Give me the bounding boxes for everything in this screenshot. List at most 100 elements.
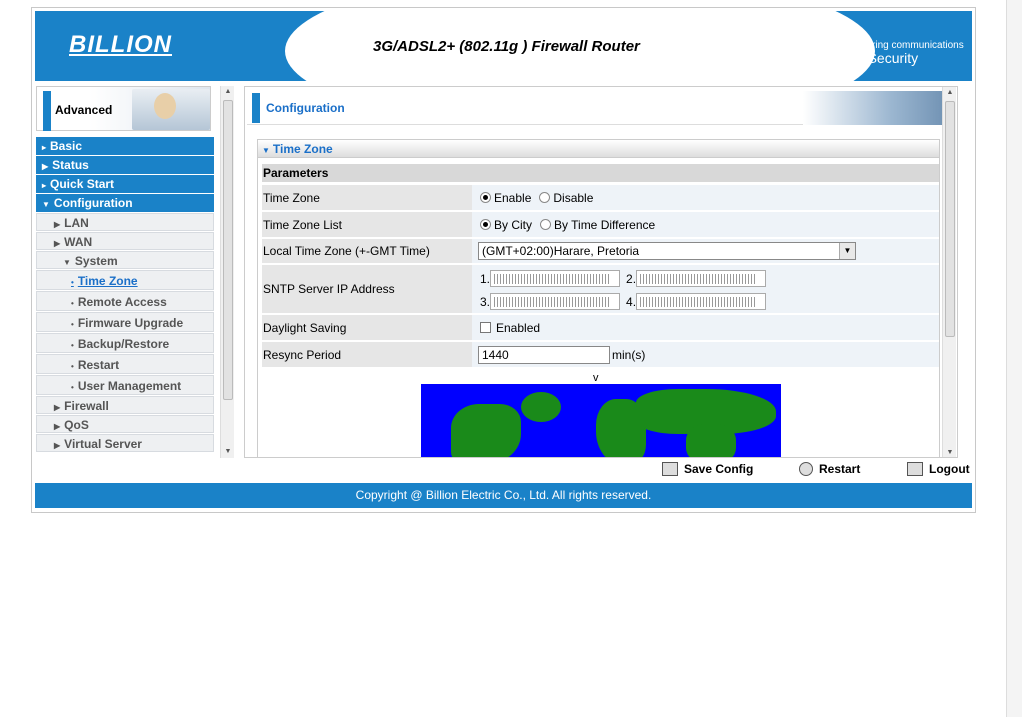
sidebar-item-quick-start[interactable]: ▸ Quick Start [36,175,214,193]
sntp-server-1-input[interactable] [490,270,621,287]
sidebar-item-remote-access[interactable]: • Remote Access [36,291,214,311]
scroll-up-icon[interactable]: ▲ [221,86,235,98]
map-land [451,404,521,457]
restart-button[interactable]: Restart [799,462,860,476]
scroll-thumb[interactable] [945,101,955,337]
caret-down-icon: ▼ [63,258,71,267]
time-zone-panel: ▼ Time Zone Parameters Time Zone Enable D… [257,139,940,457]
office-photo [803,91,951,125]
resync-period-input[interactable]: 1440 [478,345,610,364]
sidebar-item-label: User Management [77,379,182,393]
restart-icon [799,462,813,476]
logout-button[interactable]: Logout [907,462,970,476]
sidebar-item-label: Configuration [53,196,133,210]
by-city-radio[interactable] [480,219,491,230]
sidebar-item-label: Virtual Server [64,437,142,451]
sidebar-item-user-management[interactable]: • User Management [36,375,214,395]
bullet-icon: • [71,383,74,392]
map-land [686,424,736,457]
field-label: Time Zone [262,185,472,210]
sidebar-item-lan[interactable]: ▶ LAN [36,213,214,231]
time-zone-row: Time Zone Enable Disable [262,185,939,210]
local-time-zone-row: Local Time Zone (+-GMT Time) (GMT+02:00)… [262,239,939,263]
sidebar-item-basic[interactable]: ▸ Basic [36,137,214,155]
chevron-down-icon[interactable]: ▼ [839,243,855,259]
panel-title: ▼ Time Zone [258,140,939,158]
sidebar-item-label: System [74,254,118,268]
field-label: Daylight Saving [262,315,472,340]
time-zone-list-row: Time Zone List By City By Time Differenc… [262,212,939,237]
field-label: SNTP Server IP Address [262,265,472,313]
section-title: Parameters [262,164,939,182]
sidebar-item-backup-restore[interactable]: • Backup/Restore [36,333,214,353]
map-caption: v [593,372,599,384]
sidebar-item-wan[interactable]: ▶ WAN [36,232,214,250]
daylight-saving-checkbox[interactable] [480,322,491,333]
logout-label: Logout [929,462,970,476]
slogan-bottom: with Security [847,51,964,67]
sidebar-item-label: Status [52,158,89,172]
content-header: Configuration [247,89,951,125]
sidebar-item-qos[interactable]: ▶ QoS [36,415,214,433]
slogan: Powering communications with Security [847,39,964,67]
sntp-server-2-input[interactable] [636,270,767,287]
sidebar-item-label: Firewall [64,399,109,413]
sidebar-scrollbar[interactable]: ▲ ▼ [220,86,234,458]
field-value: Enable Disable [476,185,939,210]
field-label: Local Time Zone (+-GMT Time) [262,239,472,263]
resync-period-row: Resync Period 1440 min(s) [262,342,939,367]
sidebar-item-configuration[interactable]: ▼ Configuration [36,194,214,212]
sidebar-item-firewall[interactable]: ▶ Firewall [36,396,214,414]
content-scrollbar[interactable]: ▲ ▼ [942,87,957,457]
accent-bar [43,91,51,131]
window-scrollbar[interactable] [1006,0,1022,717]
obscured-text [640,274,756,284]
caret-down-icon: ▼ [262,146,270,155]
sidebar-item-firmware-upgrade[interactable]: • Firmware Upgrade [36,312,214,332]
sidebar-item-label: Firmware Upgrade [77,316,184,330]
page-title: Configuration [266,101,345,115]
sntp-server-4-input[interactable] [636,293,767,310]
sidebar-item-label: Basic [50,139,83,153]
sidebar-item-virtual-server[interactable]: ▶ Virtual Server [36,434,214,452]
obscured-text [494,274,610,284]
by-time-difference-radio[interactable] [540,219,552,230]
sidebar-item-label: LAN [64,216,89,230]
disable-radio[interactable] [539,192,551,203]
sntp-server-3-input[interactable] [490,293,621,310]
sidebar-item-system[interactable]: ▼ System [36,251,214,269]
scroll-up-icon[interactable]: ▲ [943,87,957,99]
radio-label: Disable [553,190,594,205]
scroll-down-icon[interactable]: ▼ [943,447,957,457]
sidebar-item-status[interactable]: ▶ Status [36,156,214,174]
bullet-icon: ▸ [42,143,47,152]
scroll-down-icon[interactable]: ▼ [221,446,235,458]
checkbox-label: Enabled [496,320,541,335]
accent-bar [252,93,260,123]
caret-right-icon: ▶ [54,441,61,450]
save-config-button[interactable]: Save Config [662,462,753,476]
sidebar-item-time-zone[interactable]: • Time Zone [36,270,214,290]
bullet-icon: • [71,341,74,350]
world-map[interactable] [421,384,781,457]
enable-radio[interactable] [480,192,491,203]
mode-label: Advanced [55,103,113,117]
sidebar-item-label: Remote Access [77,295,167,309]
map-land [521,392,561,422]
sidebar-menu: ▸ Basic ▶ Status ▸ Quick Start ▼ Configurati… [36,137,214,453]
daylight-saving-row: Daylight Saving Enabled [262,315,939,340]
sntp-row: SNTP Server IP Address 1. 2. 3. 4. [262,265,939,313]
sntp-index: 3. [480,294,491,309]
caret-right-icon: ▶ [54,239,61,248]
local-time-zone-select[interactable]: (GMT+02:00)Harare, Pretoria ▼ [478,242,856,260]
bullet-icon: • [71,299,74,308]
floppy-disk-icon [662,462,678,476]
caret-right-icon: ▶ [54,220,61,229]
scroll-thumb[interactable] [223,100,233,400]
sidebar-item-label: Restart [77,358,120,372]
sidebar-item-restart[interactable]: • Restart [36,354,214,374]
sidebar: Advanced ▸ Basic ▶ Status ▸ Quick Start ▼ Co… [35,86,235,458]
bullet-icon: ▸ [42,181,47,190]
caret-right-icon: ▶ [54,422,61,431]
field-value: 1. 2. 3. 4. [476,265,939,313]
